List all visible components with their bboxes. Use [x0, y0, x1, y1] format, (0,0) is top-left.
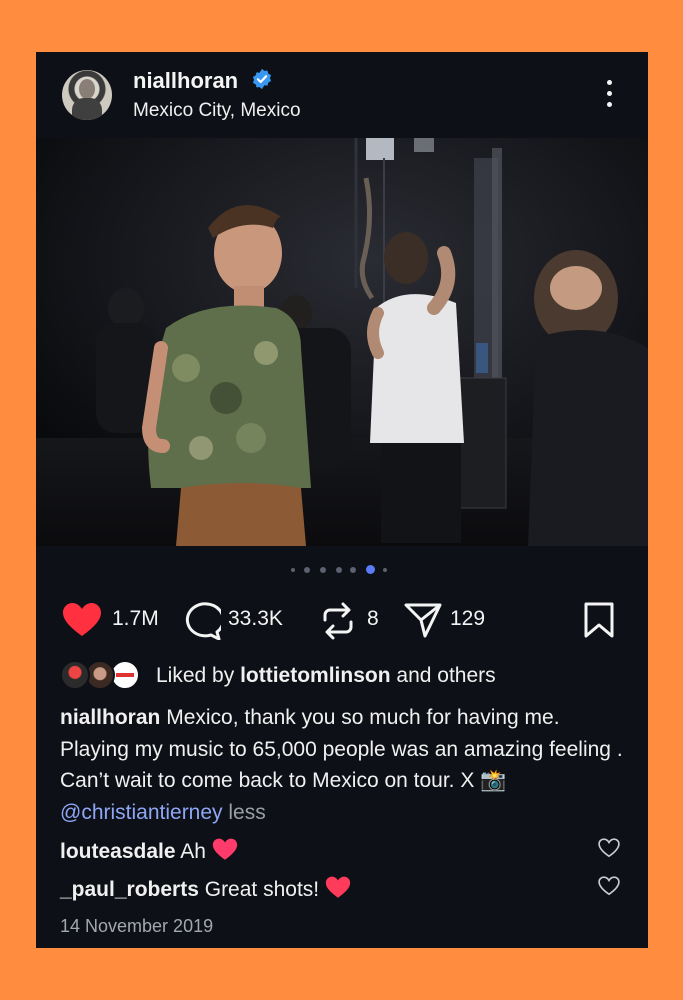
- bookmark-icon[interactable]: [584, 602, 614, 638]
- comment-user[interactable]: louteasdale: [60, 840, 176, 863]
- comment-user[interactable]: _paul_roberts: [60, 878, 199, 901]
- red-heart-emoji-icon: [325, 876, 351, 898]
- likes-count[interactable]: 1.7M: [112, 607, 159, 631]
- liked-by-text: Liked by lottietomlinson and others: [156, 664, 496, 688]
- like-heart-icon[interactable]: [62, 602, 102, 638]
- comment-like-heart-icon[interactable]: [598, 876, 620, 896]
- liked-by-row[interactable]: Liked by lottietomlinson and others: [60, 658, 620, 694]
- carousel-dot: [304, 567, 310, 573]
- more-options-icon[interactable]: [596, 78, 622, 110]
- liked-by-suffix[interactable]: and others: [396, 664, 495, 687]
- carousel-indicator: [36, 564, 648, 576]
- instagram-post-card: niallhoran Mexico City, Mexico 1.7M 33.3…: [36, 52, 648, 948]
- post-photo[interactable]: [36, 138, 648, 546]
- carousel-dot-active: [366, 565, 375, 574]
- carousel-dot: [350, 567, 356, 573]
- comment-like-heart-icon[interactable]: [598, 838, 620, 858]
- post-date: 14 November 2019: [60, 916, 214, 936]
- red-heart-emoji-icon: [212, 838, 237, 860]
- post-header: niallhoran Mexico City, Mexico: [36, 52, 648, 138]
- comment-row: _paul_roberts Great shots!: [60, 876, 620, 902]
- caption-mention[interactable]: @christiantierney: [60, 801, 223, 824]
- repost-icon[interactable]: [321, 602, 355, 640]
- carousel-dot: [336, 567, 342, 573]
- carousel-dot: [320, 567, 326, 573]
- author-username[interactable]: niallhoran: [133, 68, 238, 94]
- liked-by-user[interactable]: lottietomlinson: [240, 664, 391, 687]
- post-location[interactable]: Mexico City, Mexico: [133, 100, 301, 122]
- comment-row: louteasdale Ah: [60, 838, 620, 864]
- caption-author[interactable]: niallhoran: [60, 706, 160, 729]
- camera-emoji-icon: 📸: [480, 769, 507, 792]
- shares-count[interactable]: 129: [450, 607, 485, 631]
- action-bar: 1.7M 33.3K 8 129: [36, 596, 648, 646]
- carousel-dot: [383, 568, 387, 572]
- comments-count[interactable]: 33.3K: [228, 607, 283, 631]
- verified-badge-icon: [252, 68, 272, 90]
- share-send-icon[interactable]: [404, 602, 442, 638]
- backstage-photo-illustration: [36, 138, 648, 546]
- comment-text: Ah: [180, 840, 206, 863]
- post-caption: niallhoran Mexico, thank you so much for…: [60, 702, 626, 828]
- liker-avatar: [60, 660, 90, 690]
- author-avatar[interactable]: [62, 70, 112, 120]
- comment-text: Great shots!: [204, 878, 320, 901]
- carousel-dot: [291, 568, 295, 572]
- liked-by-prefix: Liked by: [156, 664, 235, 687]
- reposts-count[interactable]: 8: [367, 607, 379, 631]
- comment-icon[interactable]: [181, 602, 221, 640]
- caption-less-link[interactable]: less: [228, 801, 265, 824]
